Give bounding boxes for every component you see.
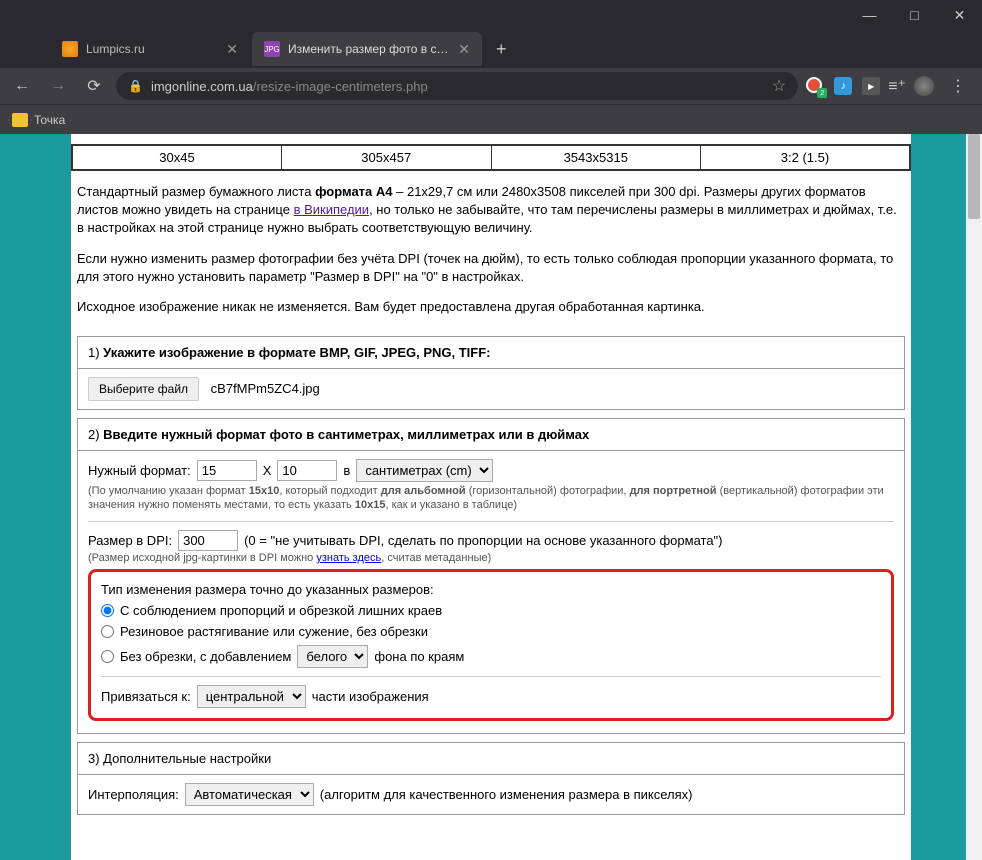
unit-select[interactable]: сантиметрах (cm): [356, 459, 493, 482]
info-paragraph-1: Стандартный размер бумажного листа форма…: [71, 171, 911, 250]
info-paragraph-2: Если нужно изменить размер фотографии бе…: [71, 250, 911, 298]
anchor-select[interactable]: центральной: [197, 685, 306, 708]
profile-icon[interactable]: [914, 76, 934, 96]
width-input[interactable]: [197, 460, 257, 481]
folder-icon: [12, 113, 28, 127]
section-1-upload: 1) Укажите изображение в формате BMP, GI…: [77, 336, 905, 410]
close-icon[interactable]: ✕: [226, 41, 238, 58]
page-content: 30x45 305x457 3543x5315 3:2 (1.5) Станда…: [71, 134, 911, 860]
window-titlebar: — □ ✕ Lumpics.ru ✕ JPG Изменить размер ф…: [0, 0, 982, 68]
url-text: imgonline.com.ua/resize-image-centimeter…: [151, 79, 772, 94]
tab-title: Lumpics.ru: [86, 42, 220, 56]
section-1-header: 1) Укажите изображение в формате BMP, GI…: [78, 337, 904, 369]
reading-list-icon[interactable]: ≡⁺: [888, 76, 906, 96]
section-2-format: 2) Введите нужный формат фото в сантимет…: [77, 418, 905, 734]
minimize-button[interactable]: —: [847, 0, 892, 30]
pad-color-select[interactable]: белого: [297, 645, 368, 668]
interpolation-select[interactable]: Автоматическая: [185, 783, 314, 806]
close-icon[interactable]: ✕: [458, 41, 470, 58]
new-tab-button[interactable]: +: [484, 39, 519, 60]
info-paragraph-3: Исходное изображение никак не изменяется…: [71, 298, 911, 328]
lock-icon: 🔒: [128, 79, 143, 93]
scrollbar-track[interactable]: [966, 134, 982, 860]
page-viewport: 30x45 305x457 3543x5315 3:2 (1.5) Станда…: [0, 134, 982, 860]
anchor-label: Привязаться к:: [101, 689, 191, 704]
interpolation-label: Интерполяция:: [88, 787, 179, 802]
menu-button[interactable]: ⋮: [942, 76, 974, 96]
choose-file-button[interactable]: Выберите файл: [88, 377, 199, 401]
radio-stretch[interactable]: [101, 625, 114, 638]
music-ext-icon[interactable]: ♪: [834, 77, 852, 95]
dpi-info-link[interactable]: узнать здесь: [316, 552, 381, 564]
dpi-hint-2: (Размер исходной jpg-картинки в DPI можн…: [88, 551, 894, 565]
format-label: Нужный формат:: [88, 463, 191, 478]
dpi-hint: (0 = "не учитывать DPI, сделать по пропо…: [244, 533, 722, 548]
dpi-label: Размер в DPI:: [88, 533, 172, 548]
interpolation-hint: (алгоритм для качественного изменения ра…: [320, 787, 693, 802]
reload-button[interactable]: ⟳: [80, 72, 108, 100]
selected-file-name: cB7fMPm5ZC4.jpg: [211, 381, 320, 396]
bookmarks-bar: Точка: [0, 104, 982, 134]
browser-tabs: Lumpics.ru ✕ JPG Изменить размер фото в …: [0, 30, 519, 68]
radio-crop[interactable]: [101, 604, 114, 617]
wikipedia-link[interactable]: в Википедии: [294, 202, 370, 217]
imgonline-favicon-icon: JPG: [264, 41, 280, 57]
dpi-input[interactable]: [178, 530, 238, 551]
sizes-table: 30x45 305x457 3543x5315 3:2 (1.5): [71, 144, 911, 171]
height-input[interactable]: [277, 460, 337, 481]
tab-imgonline[interactable]: JPG Изменить размер фото в санти ✕: [252, 32, 482, 66]
table-row: 30x45 305x457 3543x5315 3:2 (1.5): [72, 145, 910, 170]
maximize-button[interactable]: □: [892, 0, 937, 30]
section-2-header: 2) Введите нужный формат фото в сантимет…: [78, 419, 904, 451]
back-button[interactable]: ←: [8, 72, 36, 100]
star-icon[interactable]: ☆: [772, 76, 786, 96]
section-3-advanced: 3) Дополнительные настройки Интерполяция…: [77, 742, 905, 815]
bookmark-tochka[interactable]: Точка: [12, 113, 65, 127]
opera-ext-icon[interactable]: 2: [806, 77, 824, 95]
section-3-header: 3) Дополнительные настройки: [78, 743, 904, 775]
lumpics-favicon-icon: [62, 41, 78, 57]
tab-title: Изменить размер фото в санти: [288, 42, 452, 56]
resize-type-label: Тип изменения размера точно до указанных…: [101, 582, 881, 597]
extensions: 2 ♪ ▶: [806, 77, 880, 95]
forward-button[interactable]: →: [44, 72, 72, 100]
resize-type-box: Тип изменения размера точно до указанных…: [88, 569, 894, 721]
video-ext-icon[interactable]: ▶: [862, 77, 880, 95]
address-bar[interactable]: 🔒 imgonline.com.ua/resize-image-centimet…: [116, 72, 798, 100]
radio-pad[interactable]: [101, 650, 114, 663]
window-controls: — □ ✕: [847, 0, 982, 30]
browser-toolbar: ← → ⟳ 🔒 imgonline.com.ua/resize-image-ce…: [0, 68, 982, 104]
close-button[interactable]: ✕: [937, 0, 982, 30]
scrollbar-thumb[interactable]: [968, 134, 980, 219]
tab-lumpics[interactable]: Lumpics.ru ✕: [50, 32, 250, 66]
format-hint: (По умолчанию указан формат 15x10, котор…: [88, 484, 894, 513]
